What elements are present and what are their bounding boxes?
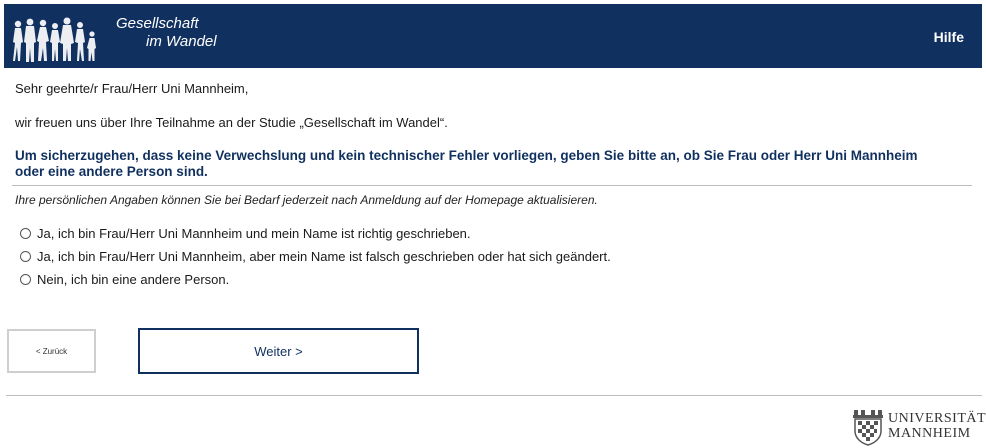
answer-options: Ja, ich bin Frau/Herr Uni Mannheim und m… xyxy=(20,222,611,291)
study-logo-text: Gesellschaft im Wandel xyxy=(116,15,217,51)
radio-button[interactable] xyxy=(20,228,31,239)
uni-line-1: UNIVERSITÄT xyxy=(888,411,986,426)
option-other-person[interactable]: Nein, ich bin eine andere Person. xyxy=(20,268,611,291)
people-silhouettes-logo-icon xyxy=(13,17,96,62)
radio-button[interactable] xyxy=(20,251,31,262)
salutation-text: Sehr geehrte/r Frau/Herr Uni Mannheim, xyxy=(15,81,249,96)
hint-text: Ihre persönlichen Angaben können Sie bei… xyxy=(15,193,598,207)
next-button[interactable]: Weiter > xyxy=(138,328,419,374)
option-label: Nein, ich bin eine andere Person. xyxy=(37,272,230,287)
radio-button[interactable] xyxy=(20,274,31,285)
footer-divider xyxy=(6,395,982,396)
university-wordmark: UNIVERSITÄT MANNHEIM xyxy=(888,411,986,441)
logo-line-1: Gesellschaft xyxy=(116,15,199,32)
university-crest-icon xyxy=(853,410,883,446)
option-name-correct[interactable]: Ja, ich bin Frau/Herr Uni Mannheim und m… xyxy=(20,222,611,245)
option-label: Ja, ich bin Frau/Herr Uni Mannheim, aber… xyxy=(37,249,611,264)
question-divider xyxy=(12,185,972,186)
question-text: Um sicherzugehen, dass keine Verwechslun… xyxy=(15,148,918,179)
option-name-wrong[interactable]: Ja, ich bin Frau/Herr Uni Mannheim, aber… xyxy=(20,245,611,268)
back-button[interactable]: < Zurück xyxy=(7,329,96,373)
logo-line-2: im Wandel xyxy=(146,33,217,50)
intro-text: wir freuen uns über Ihre Teilnahme an de… xyxy=(15,115,448,130)
uni-line-2: MANNHEIM xyxy=(888,426,971,441)
header-bar: Gesellschaft im Wandel Hilfe xyxy=(4,4,982,68)
help-link[interactable]: Hilfe xyxy=(934,29,964,45)
option-label: Ja, ich bin Frau/Herr Uni Mannheim und m… xyxy=(37,226,471,241)
